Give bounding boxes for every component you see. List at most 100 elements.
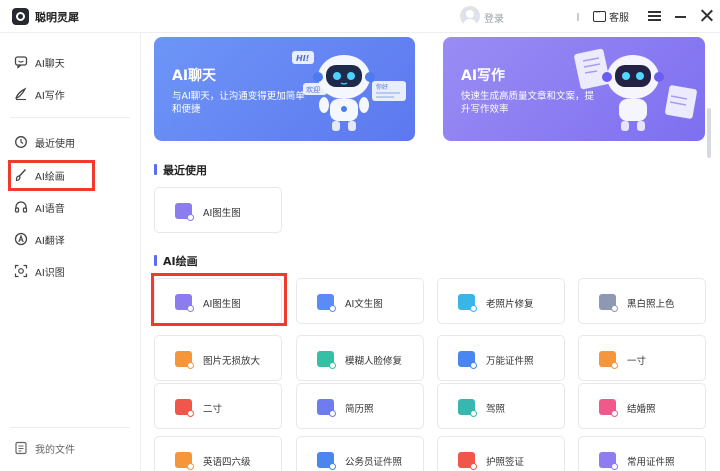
tool-card-id-photo[interactable]: 万能证件照 — [437, 335, 565, 381]
robot-illustration: HI! 欢迎 你好 — [292, 51, 406, 131]
banner-title: AI聊天 — [172, 68, 217, 84]
chat-icon — [14, 56, 28, 69]
badge-icon — [317, 452, 336, 470]
tool-card-common-id[interactable]: 常用证件照 — [578, 436, 706, 471]
tool-card-label: 万能证件照 — [486, 356, 534, 367]
tool-card-label: 公务员证件照 — [345, 457, 403, 468]
sidebar-item-ai-chat[interactable]: AI聊天 — [14, 51, 129, 73]
resume-icon — [317, 399, 336, 417]
close-icon[interactable] — [700, 9, 713, 22]
scan-icon — [14, 264, 28, 278]
sidebar-item-ai-writing[interactable]: AI写作 — [14, 83, 129, 105]
sidebar-item-label: AI写作 — [35, 90, 65, 102]
tool-card-label: 英语四六级 — [203, 457, 251, 468]
svg-text:欢迎: 欢迎 — [306, 85, 320, 94]
svg-text:你好: 你好 — [376, 83, 388, 91]
license-icon — [458, 399, 477, 417]
tool-card-label: 简历照 — [345, 404, 374, 415]
headset-icon — [14, 201, 28, 213]
sidebar-item-ai-translate[interactable]: AI翻译 — [14, 228, 129, 250]
tool-card-old-photo-restore[interactable]: 老照片修复 — [437, 278, 565, 324]
app-title: 聪明灵犀 — [35, 11, 79, 24]
pen-icon — [15, 87, 27, 101]
section-marker — [154, 164, 157, 175]
tool-card-label: AI图生图 — [203, 208, 241, 219]
tool-card-label: 一寸 — [627, 356, 647, 367]
banner-title: AI写作 — [461, 68, 506, 84]
main-content: AI聊天 与AI聊天，让沟通变得更加简单和便捷 HI! 欢迎 你好 AI写作 快… — [141, 33, 720, 471]
customer-service-button[interactable]: 客服 — [593, 8, 629, 24]
login-link[interactable]: 登录 — [484, 10, 504, 25]
ai-writing-banner[interactable]: AI写作 快速生成高质量文章和文案，提升写作效率 — [443, 37, 705, 141]
id-card-icon — [599, 452, 618, 470]
sidebar-divider — [10, 117, 130, 118]
section-marker — [154, 255, 157, 266]
sidebar-item-label: 最近使用 — [35, 138, 75, 150]
translate-icon — [14, 232, 28, 246]
robot-illustration — [574, 48, 697, 131]
image-icon — [175, 203, 194, 221]
divider — [577, 13, 579, 21]
tool-card-label: 黑白照上色 — [627, 299, 675, 310]
sidebar: AI聊天 AI写作 最近使用 AI绘画 AI语音 AI翻译 AI识图 我的文件 — [0, 33, 141, 471]
tool-card-label: 图片无损放大 — [203, 356, 261, 367]
sidebar-item-recent[interactable]: 最近使用 — [14, 131, 129, 153]
tool-card-label: 老照片修复 — [486, 299, 534, 310]
tool-card-face-restore[interactable]: 模糊人脸修复 — [296, 335, 424, 381]
sidebar-item-label: 我的文件 — [35, 444, 75, 456]
upscale-icon — [175, 351, 194, 369]
tool-card-upscale[interactable]: 图片无损放大 — [154, 335, 282, 381]
portrait-icon — [599, 351, 618, 369]
ai-chat-banner[interactable]: AI聊天 与AI聊天，让沟通变得更加简单和便捷 HI! 欢迎 你好 — [154, 37, 415, 141]
highlight-box-sidebar — [8, 160, 95, 191]
customer-service-label: 客服 — [609, 12, 629, 24]
sidebar-item-label: AI翻译 — [35, 235, 65, 247]
title-bar: 聪明灵犀 登录 客服 — [0, 0, 720, 33]
history-icon — [15, 136, 27, 148]
tool-card-label: 常用证件照 — [627, 457, 675, 468]
tool-card-label: AI文生图 — [345, 299, 383, 310]
minimize-icon[interactable] — [675, 16, 686, 18]
tool-card-txt2img[interactable]: AI文生图 — [296, 278, 424, 324]
tool-card-cet[interactable]: 英语四六级 — [154, 436, 282, 471]
file-icon — [15, 441, 27, 455]
text-image-icon — [317, 294, 336, 312]
id-photo-icon — [458, 351, 477, 369]
photo-restore-icon — [458, 294, 477, 312]
sidebar-item-label: AI语音 — [35, 203, 65, 215]
tool-card-one-inch[interactable]: 一寸 — [578, 335, 706, 381]
tool-card-colorize[interactable]: 黑白照上色 — [578, 278, 706, 324]
face-icon — [317, 351, 336, 369]
tool-card-resume-photo[interactable]: 简历照 — [296, 383, 424, 429]
tool-card-two-inch[interactable]: 二寸 — [154, 383, 282, 429]
sidebar-item-label: AI聊天 — [35, 58, 65, 70]
tool-card-label: 二寸 — [203, 404, 223, 415]
svg-text:HI!: HI! — [296, 54, 310, 63]
tool-card-driver-license[interactable]: 驾照 — [437, 383, 565, 429]
section-title-drawing: AI绘画 — [163, 255, 198, 268]
sidebar-divider — [10, 427, 130, 428]
message-icon — [593, 8, 606, 22]
couple-icon — [599, 399, 618, 417]
tool-card-label: 结婚照 — [627, 404, 656, 415]
menu-icon[interactable] — [648, 11, 661, 21]
tool-card-wedding-photo[interactable]: 结婚照 — [578, 383, 706, 429]
colorize-icon — [599, 294, 618, 312]
tool-card-passport-visa[interactable]: 护照签证 — [437, 436, 565, 471]
highlight-box-card — [151, 273, 287, 326]
scrollbar-thumb[interactable] — [707, 108, 711, 158]
sidebar-item-label: AI识图 — [35, 267, 65, 279]
passport-icon — [458, 452, 477, 470]
sidebar-item-my-files[interactable]: 我的文件 — [14, 437, 129, 459]
tool-card-label: 护照签证 — [486, 457, 525, 468]
app-logo-icon — [12, 8, 29, 25]
sidebar-item-ai-recognize[interactable]: AI识图 — [14, 260, 129, 282]
sidebar-item-ai-voice[interactable]: AI语音 — [14, 196, 129, 218]
exam-icon — [175, 452, 194, 470]
tool-card-civil-servant[interactable]: 公务员证件照 — [296, 436, 424, 471]
portrait-icon — [175, 399, 194, 417]
section-title-recent: 最近使用 — [163, 164, 207, 177]
avatar[interactable] — [460, 6, 480, 26]
tool-card-recent-img2img[interactable]: AI图生图 — [154, 187, 282, 233]
tool-card-label: 驾照 — [486, 404, 506, 415]
